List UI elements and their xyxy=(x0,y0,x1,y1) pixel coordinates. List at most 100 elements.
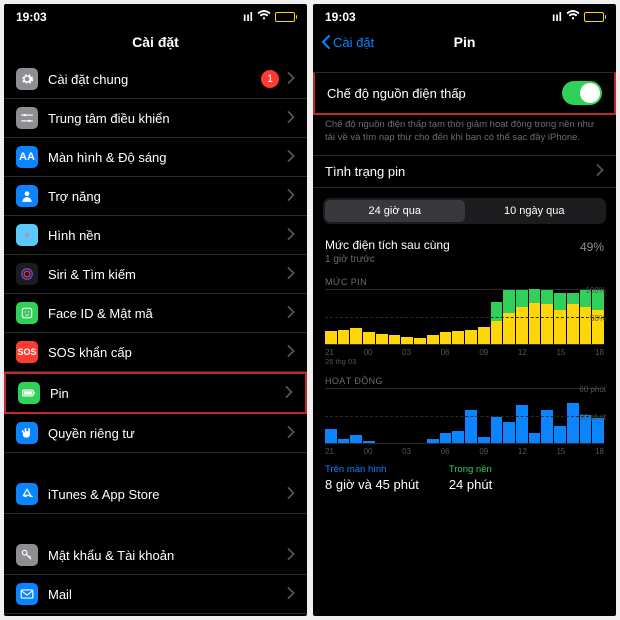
status-bar: 19:03 ııl xyxy=(4,4,307,26)
page-title: Pin xyxy=(454,34,476,50)
low-power-mode-toggle[interactable] xyxy=(562,81,602,105)
sliders-icon xyxy=(16,107,38,129)
low-power-mode-label: Chế độ nguồn điện thấp xyxy=(327,86,562,101)
settings-row-battery[interactable]: Pin xyxy=(4,372,307,414)
row-label: Mail xyxy=(48,587,287,602)
nav-header: Cài đặt Pin xyxy=(313,26,616,60)
battery-health-label: Tình trạng pin xyxy=(325,164,596,179)
xaxis: 2100030609121518 xyxy=(313,345,616,357)
chart-level-head: MỨC PIN xyxy=(313,271,616,287)
row-label: Cài đặt chung xyxy=(48,72,261,87)
chevron-right-icon xyxy=(287,111,295,126)
settings-row-aa[interactable]: AAMàn hình & Độ sáng xyxy=(4,138,307,177)
last-charge-sub: 1 giờ trước xyxy=(325,254,604,265)
chevron-right-icon xyxy=(287,150,295,165)
battery-level-chart: 100% 50% xyxy=(325,289,604,345)
back-button[interactable]: Cài đặt xyxy=(321,35,374,50)
status-right: ııl xyxy=(552,10,604,24)
siri-icon xyxy=(16,263,38,285)
chart-level-title: MỨC PIN xyxy=(325,277,367,287)
chevron-right-icon xyxy=(287,267,295,282)
chevron-right-icon xyxy=(287,228,295,243)
chevron-right-icon xyxy=(596,164,604,179)
key-icon xyxy=(16,544,38,566)
usage-screen-value: 8 giờ và 45 phút xyxy=(325,477,419,492)
low-power-mode-row[interactable]: Chế độ nguồn điện thấp xyxy=(313,72,616,115)
battery-health-row[interactable]: Tình trạng pin xyxy=(313,155,616,188)
settings-row-gear[interactable]: Cài đặt chung1 xyxy=(4,60,307,99)
status-time: 19:03 xyxy=(325,10,356,24)
wifi-icon xyxy=(257,10,271,24)
battery-icon xyxy=(584,12,604,22)
mail-icon xyxy=(16,583,38,605)
battery-icon xyxy=(18,382,40,404)
row-label: Mật khẩu & Tài khoản xyxy=(48,548,287,563)
last-charge: Mức điện tích sau cùng 1 giờ trước 49% xyxy=(313,232,616,271)
y-label-60: 60 phút xyxy=(579,385,606,394)
usage-screen-label: Trên màn hình xyxy=(325,464,419,475)
settings-row-key[interactable]: Mật khẩu & Tài khoản xyxy=(4,514,307,575)
row-label: Hình nền xyxy=(48,228,287,243)
settings-row-mail[interactable]: Mail xyxy=(4,575,307,614)
usage-screen: Trên màn hình 8 giờ và 45 phút xyxy=(325,464,419,492)
settings-row-appstore[interactable]: iTunes & App Store xyxy=(4,453,307,514)
left-phone: 19:03 ııl Cài đặt Cài đặt chung1 Trung tâ… xyxy=(4,4,307,616)
sos-icon: SOS xyxy=(16,341,38,363)
status-right: ııl xyxy=(243,10,295,24)
chevron-right-icon xyxy=(287,306,295,321)
status-time: 19:03 xyxy=(16,10,47,24)
back-label: Cài đặt xyxy=(333,35,374,50)
gear-icon xyxy=(16,68,38,90)
signal-icon: ııl xyxy=(552,10,562,24)
hand-icon xyxy=(16,422,38,444)
settings-row-face[interactable]: Face ID & Mật mã xyxy=(4,294,307,333)
chart-activity-head: HOẠT ĐỘNG xyxy=(313,370,616,386)
gridline xyxy=(325,416,604,417)
range-tabs: 24 giờ qua 10 ngày qua xyxy=(323,198,606,224)
y-label-100: 100% xyxy=(586,286,606,295)
xaxis: 2100030609121518 xyxy=(313,444,616,456)
wifi-icon xyxy=(566,10,580,24)
settings-row-hand[interactable]: Quyền riêng tư xyxy=(4,414,307,453)
chevron-right-icon xyxy=(287,189,295,204)
tab-24h[interactable]: 24 giờ qua xyxy=(325,200,465,222)
xaxis-note: 26 thg 03 xyxy=(313,357,616,370)
gridline xyxy=(325,317,604,318)
chevron-right-icon xyxy=(287,426,295,441)
last-charge-pct: 49% xyxy=(580,240,604,254)
page-title: Cài đặt xyxy=(132,34,179,50)
y-label-30: 30 phút xyxy=(579,413,606,422)
appstore-icon xyxy=(16,483,38,505)
status-bar: 19:03 ııl xyxy=(313,4,616,26)
settings-row-person[interactable]: Trợ năng xyxy=(4,177,307,216)
low-power-mode-desc: Chế độ nguồn điện thấp tạm thời giảm hoạ… xyxy=(313,115,616,155)
row-label: iTunes & App Store xyxy=(48,487,287,502)
row-label: Trung tâm điều khiển xyxy=(48,111,287,126)
settings-row-sos[interactable]: SOS SOS khẩn cấp xyxy=(4,333,307,372)
tab-10d[interactable]: 10 ngày qua xyxy=(465,200,605,222)
nav-header: Cài đặt xyxy=(4,26,307,60)
settings-row-siri[interactable]: Siri & Tìm kiếm xyxy=(4,255,307,294)
right-phone: 19:03 ııl Cài đặt Pin Chế độ nguồn điện … xyxy=(313,4,616,616)
aa-icon: AA xyxy=(16,146,38,168)
face-icon xyxy=(16,302,38,324)
row-label: Siri & Tìm kiếm xyxy=(48,267,287,282)
row-label: SOS khẩn cấp xyxy=(48,345,287,360)
battery-icon xyxy=(275,12,295,22)
notification-badge: 1 xyxy=(261,70,279,88)
row-label: Pin xyxy=(50,386,285,401)
row-label: Trợ năng xyxy=(48,189,287,204)
usage-summary: Trên màn hình 8 giờ và 45 phút Trong nền… xyxy=(313,456,616,498)
usage-bg: Trong nền 24 phút xyxy=(449,464,492,492)
chevron-right-icon xyxy=(285,386,293,401)
chevron-right-icon xyxy=(287,548,295,563)
flower-icon xyxy=(16,224,38,246)
usage-bg-value: 24 phút xyxy=(449,477,492,492)
chevron-right-icon xyxy=(287,487,295,502)
row-label: Quyền riêng tư xyxy=(48,426,287,441)
person-icon xyxy=(16,185,38,207)
y-label-50: 50% xyxy=(590,314,606,323)
settings-row-sliders[interactable]: Trung tâm điều khiển xyxy=(4,99,307,138)
signal-icon: ııl xyxy=(243,10,253,24)
settings-row-flower[interactable]: Hình nền xyxy=(4,216,307,255)
